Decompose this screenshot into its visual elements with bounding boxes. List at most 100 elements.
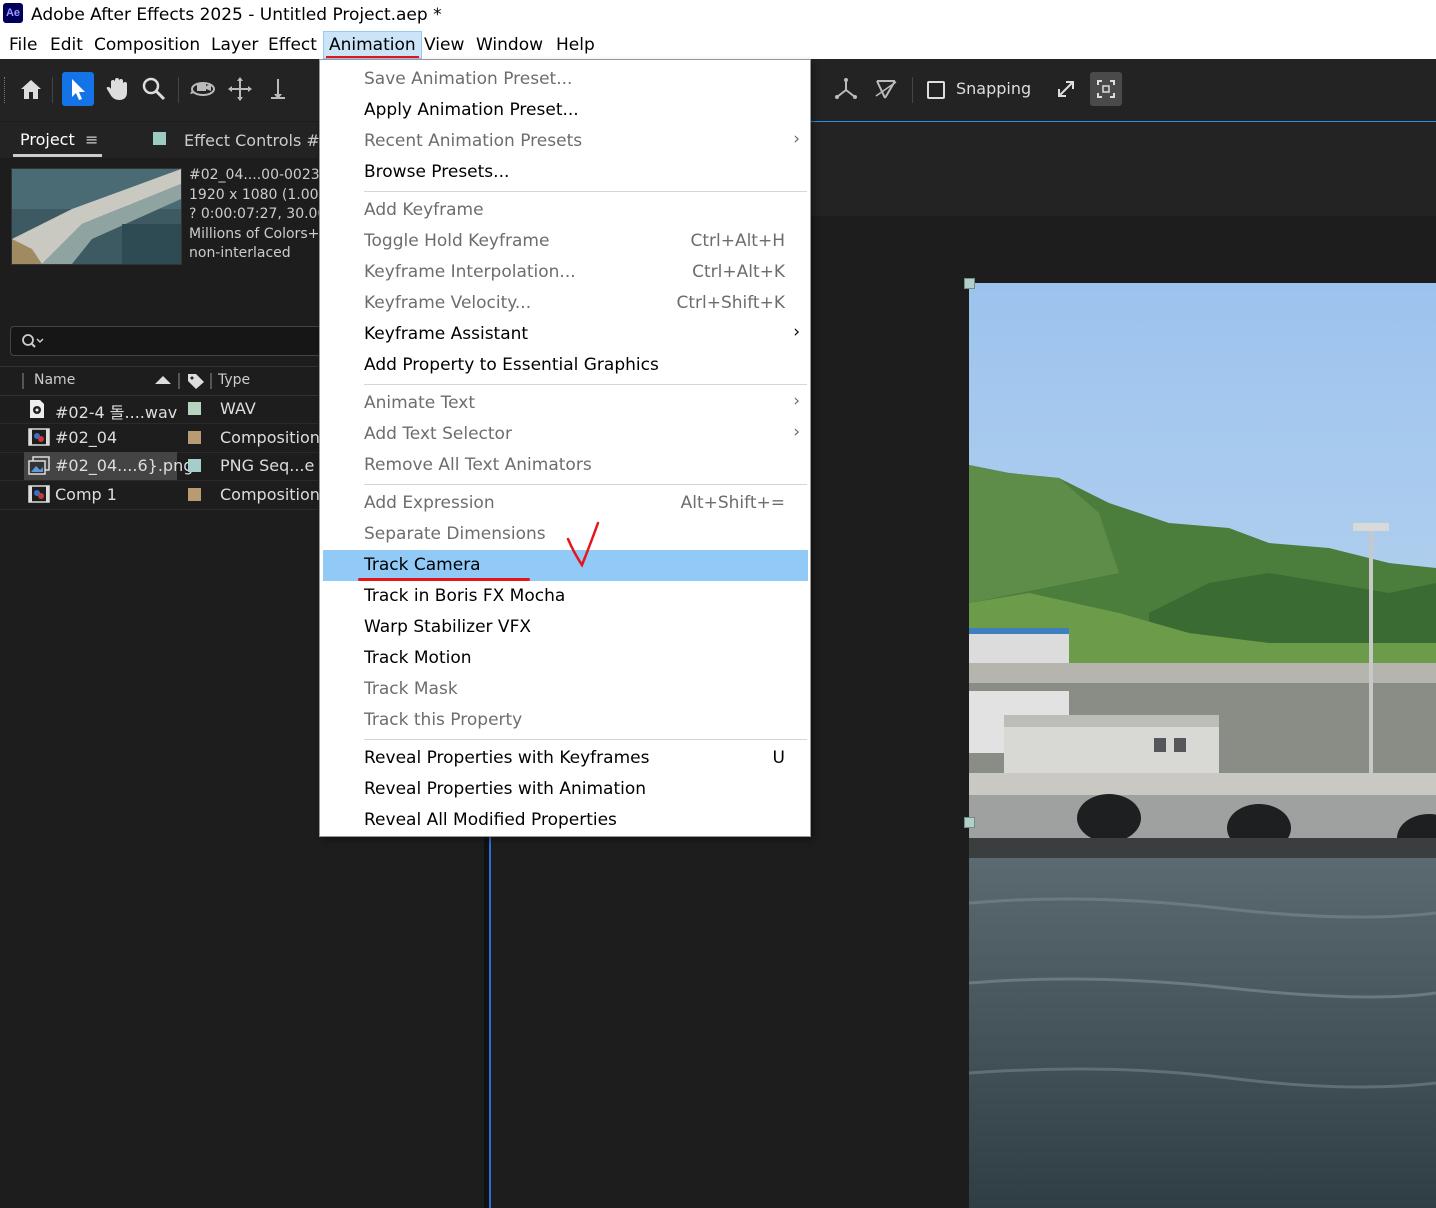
submenu-chevron-icon: › bbox=[793, 129, 800, 149]
pan-camera-icon[interactable] bbox=[224, 72, 256, 106]
menu-item-browse-presets[interactable]: Browse Presets... bbox=[323, 157, 808, 188]
menu-effect[interactable]: Effect bbox=[266, 33, 319, 57]
menu-separator bbox=[364, 484, 807, 485]
sort-ascending-icon[interactable] bbox=[154, 375, 172, 385]
column-type-header[interactable]: Type bbox=[218, 372, 250, 388]
menu-file[interactable]: File bbox=[7, 33, 39, 57]
label-color-swatch[interactable] bbox=[188, 487, 201, 501]
menu-item-label: Add Property to Essential Graphics bbox=[364, 355, 659, 375]
menu-item-animate-text[interactable]: Animate Text › bbox=[323, 388, 808, 419]
composition-icon bbox=[28, 427, 50, 446]
menu-item-label: Reveal All Modified Properties bbox=[364, 810, 617, 830]
snap-target-icon[interactable] bbox=[1090, 72, 1122, 106]
dolly-camera-icon[interactable] bbox=[262, 72, 294, 106]
tab-active-indicator bbox=[13, 154, 102, 157]
menu-edit[interactable]: Edit bbox=[48, 33, 85, 57]
menu-item-keyframe-interpolation[interactable]: Keyframe Interpolation... Ctrl+Alt+K bbox=[323, 257, 808, 288]
menu-item-label: Remove All Text Animators bbox=[364, 455, 592, 475]
submenu-chevron-icon: › bbox=[793, 422, 800, 442]
label-color-swatch[interactable] bbox=[188, 402, 201, 415]
tab-project[interactable]: Project bbox=[20, 130, 75, 149]
label-tag-icon[interactable] bbox=[186, 372, 206, 390]
image-sequence-icon bbox=[28, 456, 50, 475]
menu-layer[interactable]: Layer bbox=[209, 33, 260, 57]
menu-animation[interactable]: Animation bbox=[323, 31, 422, 59]
after-effects-logo-icon: Ae bbox=[3, 3, 23, 23]
menu-item-reveal-properties-with-keyframes[interactable]: Reveal Properties with Keyframes U bbox=[323, 743, 808, 774]
menu-item-warp-stabilizer-vfx[interactable]: Warp Stabilizer VFX bbox=[323, 612, 808, 643]
menu-item-toggle-hold-keyframe[interactable]: Toggle Hold Keyframe Ctrl+Alt+H bbox=[323, 226, 808, 257]
tab-effect-controls[interactable]: Effect Controls #02 bbox=[184, 131, 340, 150]
menu-item-shortcut: Alt+Shift+= bbox=[680, 493, 785, 513]
menu-item-label: Warp Stabilizer VFX bbox=[364, 617, 531, 637]
menu-item-track-this-property[interactable]: Track this Property bbox=[323, 705, 808, 736]
selection-arrow-icon[interactable] bbox=[62, 72, 94, 106]
column-divider bbox=[210, 373, 212, 389]
menu-bar: File Edit Composition Layer Effect Animation V… bbox=[0, 30, 1436, 59]
layer-handle-top-left[interactable] bbox=[964, 278, 975, 289]
footage-info-dimensions: 1920 x 1080 (1.00) bbox=[189, 186, 324, 203]
active-menu-annotation-underline bbox=[326, 56, 419, 58]
menu-item-label: Animate Text bbox=[364, 393, 476, 413]
panel-focus-border bbox=[489, 835, 491, 1208]
zoom-icon[interactable] bbox=[138, 72, 170, 106]
menu-item-label: Add Text Selector bbox=[364, 424, 512, 444]
footage-info-name: #02_04....00-0023( bbox=[189, 167, 326, 183]
menu-item-label: Track Motion bbox=[364, 648, 472, 668]
menu-item-add-property-to-essential-graphics[interactable]: Add Property to Essential Graphics bbox=[323, 350, 808, 381]
menu-item-recent-animation-presets[interactable]: Recent Animation Presets › bbox=[323, 126, 808, 157]
menu-item-save-animation-preset[interactable]: Save Animation Preset... bbox=[323, 64, 808, 95]
snap-expand-icon[interactable] bbox=[1050, 72, 1082, 106]
panel-menu-icon[interactable]: ≡ bbox=[85, 130, 98, 149]
project-item-name: #02-4 돌....wav bbox=[55, 403, 178, 422]
submenu-chevron-icon: › bbox=[793, 391, 800, 411]
project-item-name: #02_04 bbox=[55, 427, 118, 447]
project-search-input[interactable] bbox=[10, 326, 330, 356]
project-item-type: Composition bbox=[220, 484, 320, 504]
footage-info-colors: Millions of Colors+ ( bbox=[189, 225, 330, 242]
menu-item-label: Add Expression bbox=[364, 493, 495, 513]
column-name-header[interactable]: Name bbox=[34, 372, 75, 388]
project-column-header: Name Type bbox=[0, 366, 318, 396]
menu-view[interactable]: View bbox=[422, 33, 466, 57]
label-color-swatch[interactable] bbox=[188, 430, 201, 444]
menu-item-remove-all-text-animators[interactable]: Remove All Text Animators bbox=[323, 450, 808, 481]
project-item-row[interactable]: #02_04....6}.png PNG Seq...e bbox=[0, 452, 318, 481]
label-color-swatch[interactable] bbox=[188, 459, 201, 472]
snapping-checkbox[interactable] bbox=[927, 81, 945, 99]
orbit-camera-icon[interactable] bbox=[187, 72, 219, 106]
menu-item-reveal-properties-with-animation[interactable]: Reveal Properties with Animation bbox=[323, 774, 808, 805]
window-title: Adobe After Effects 2025 - Untitled Proj… bbox=[31, 5, 442, 25]
menu-item-label: Add Keyframe bbox=[364, 200, 484, 220]
menu-item-label: Keyframe Interpolation... bbox=[364, 262, 576, 282]
project-item-row[interactable]: Comp 1 Composition bbox=[0, 481, 320, 510]
menu-item-add-keyframe[interactable]: Add Keyframe bbox=[323, 195, 808, 226]
menu-item-track-in-boris-fx-mocha[interactable]: Track in Boris FX Mocha bbox=[323, 581, 808, 612]
menu-item-reveal-all-modified-properties[interactable]: Reveal All Modified Properties bbox=[323, 805, 808, 836]
toolbar-overflow bbox=[300, 77, 312, 103]
footage-thumbnail bbox=[11, 168, 182, 265]
animation-menu-dropdown: Save Animation Preset... Apply Animation … bbox=[319, 59, 811, 837]
menu-item-track-motion[interactable]: Track Motion bbox=[323, 643, 808, 674]
hand-icon[interactable] bbox=[101, 72, 133, 106]
menu-item-keyframe-velocity[interactable]: Keyframe Velocity... Ctrl+Shift+K bbox=[323, 288, 808, 319]
column-divider bbox=[178, 373, 180, 389]
layer-handle-bottom-left[interactable] bbox=[964, 817, 975, 828]
home-icon[interactable] bbox=[15, 72, 47, 106]
view-axis-icon[interactable] bbox=[870, 72, 902, 106]
annotation-check-mark bbox=[566, 521, 600, 568]
menu-item-keyframe-assistant[interactable]: Keyframe Assistant › bbox=[323, 319, 808, 350]
menu-item-track-mask[interactable]: Track Mask bbox=[323, 674, 808, 705]
menu-window[interactable]: Window bbox=[474, 33, 545, 57]
menu-composition[interactable]: Composition bbox=[92, 33, 202, 57]
project-item-row[interactable]: #02-4 돌....wav WAV bbox=[0, 395, 318, 424]
composition-frame-preview bbox=[969, 283, 1436, 1208]
menu-item-label: Keyframe Velocity... bbox=[364, 293, 532, 313]
menu-help[interactable]: Help bbox=[554, 33, 597, 57]
footage-info-field: non-interlaced bbox=[189, 245, 291, 262]
axis-icon[interactable] bbox=[830, 72, 862, 106]
menu-item-add-text-selector[interactable]: Add Text Selector › bbox=[323, 419, 808, 450]
project-item-row[interactable]: #02_04 Composition bbox=[0, 424, 320, 453]
menu-item-apply-animation-preset[interactable]: Apply Animation Preset... bbox=[323, 95, 808, 126]
menu-item-label: Track in Boris FX Mocha bbox=[364, 586, 566, 606]
